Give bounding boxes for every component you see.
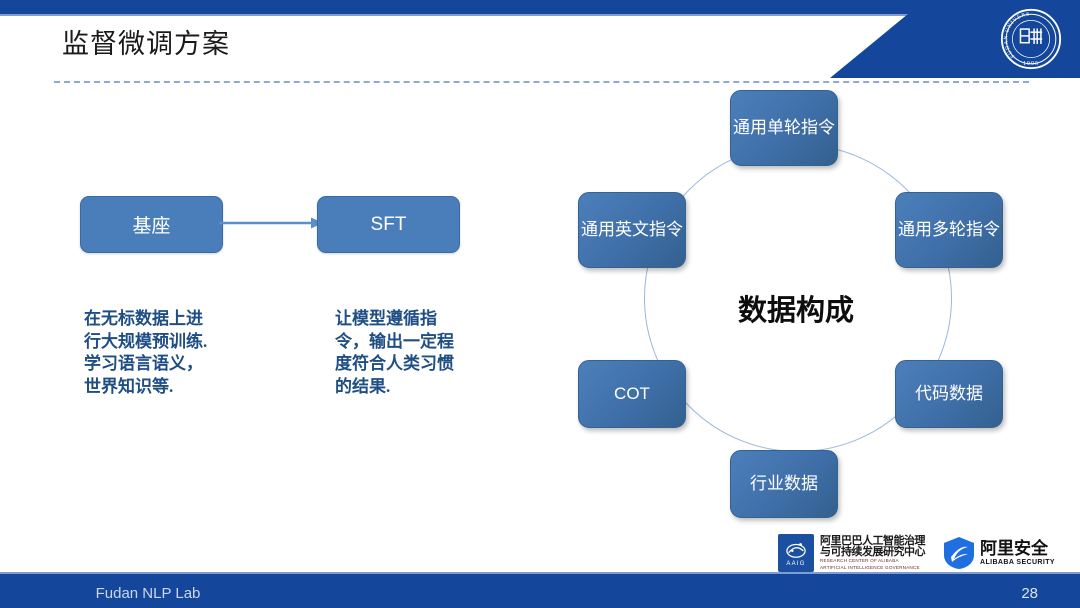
aaig-en-line-1: RESEARCH CENTER OF ALIBABA xyxy=(820,558,899,564)
alibaba-security-cn: 阿里安全 xyxy=(980,539,1048,558)
alibaba-security-wordmark: 阿里安全 ALIBABA SECURITY xyxy=(980,540,1055,566)
page-number: 28 xyxy=(1021,585,1038,602)
cycle-node-single-turn[interactable]: 通用单轮指令 xyxy=(730,90,838,166)
page-title: 监督微调方案 xyxy=(62,29,230,59)
svg-text:1905: 1905 xyxy=(1023,60,1039,67)
aaig-mark-label: AAIG xyxy=(786,560,806,567)
aaig-cn-line-2: 与可持续发展研究中心 xyxy=(820,545,926,558)
flow-box-base[interactable]: 基座 xyxy=(80,196,223,253)
aaig-wordmark: 阿里巴巴人工智能治理 与可持续发展研究中心 RESEARCH CENTER OF… xyxy=(820,535,926,570)
slide-canvas: FUDAN UNIVERSITY 1905 监督微调方案 基座 SFT 在无标数… xyxy=(0,0,1080,608)
aaig-logo: AAIG 阿里巴巴人工智能治理 与可持续发展研究中心 RESEARCH CENT… xyxy=(778,534,926,572)
aaig-en-line-2: ARTIFICIAL INTELLIGENCE GOVERNANCE xyxy=(820,564,920,570)
cycle-node-industry-data[interactable]: 行业数据 xyxy=(730,450,838,518)
cycle-node-english-instruction[interactable]: 通用英文指令 xyxy=(578,192,686,268)
caption-base: 在无标数据上进行大规模预训练. 学习语言语义，世界知识等. xyxy=(84,309,208,396)
alibaba-security-en: ALIBABA SECURITY xyxy=(980,559,1055,566)
cycle-node-multi-turn[interactable]: 通用多轮指令 xyxy=(895,192,1003,268)
cycle-node-cot[interactable]: COT xyxy=(578,360,686,428)
caption-sft: 让模型遵循指令，输出一定程度符合人类习惯的结果. xyxy=(335,309,454,396)
partner-logos: AAIG 阿里巴巴人工智能治理 与可持续发展研究中心 RESEARCH CENT… xyxy=(778,534,1055,572)
shield-icon xyxy=(944,537,974,569)
flow-box-sft[interactable]: SFT xyxy=(317,196,460,253)
cycle-center-label: 数据构成 xyxy=(737,295,854,327)
fudan-university-seal-icon: FUDAN UNIVERSITY 1905 xyxy=(1000,8,1062,70)
footer-label: Fudan NLP Lab xyxy=(95,584,201,602)
flow-arrow-icon xyxy=(219,217,323,229)
data-composition-cycle: 数据构成 通用单轮指令 通用多轮指令 代码数据 行业数据 COT 通用英文指令 xyxy=(560,82,1060,542)
aaig-mark-icon: AAIG xyxy=(778,534,814,572)
cycle-node-code-data[interactable]: 代码数据 xyxy=(895,360,1003,428)
alibaba-security-logo: 阿里安全 ALIBABA SECURITY xyxy=(943,536,1055,570)
